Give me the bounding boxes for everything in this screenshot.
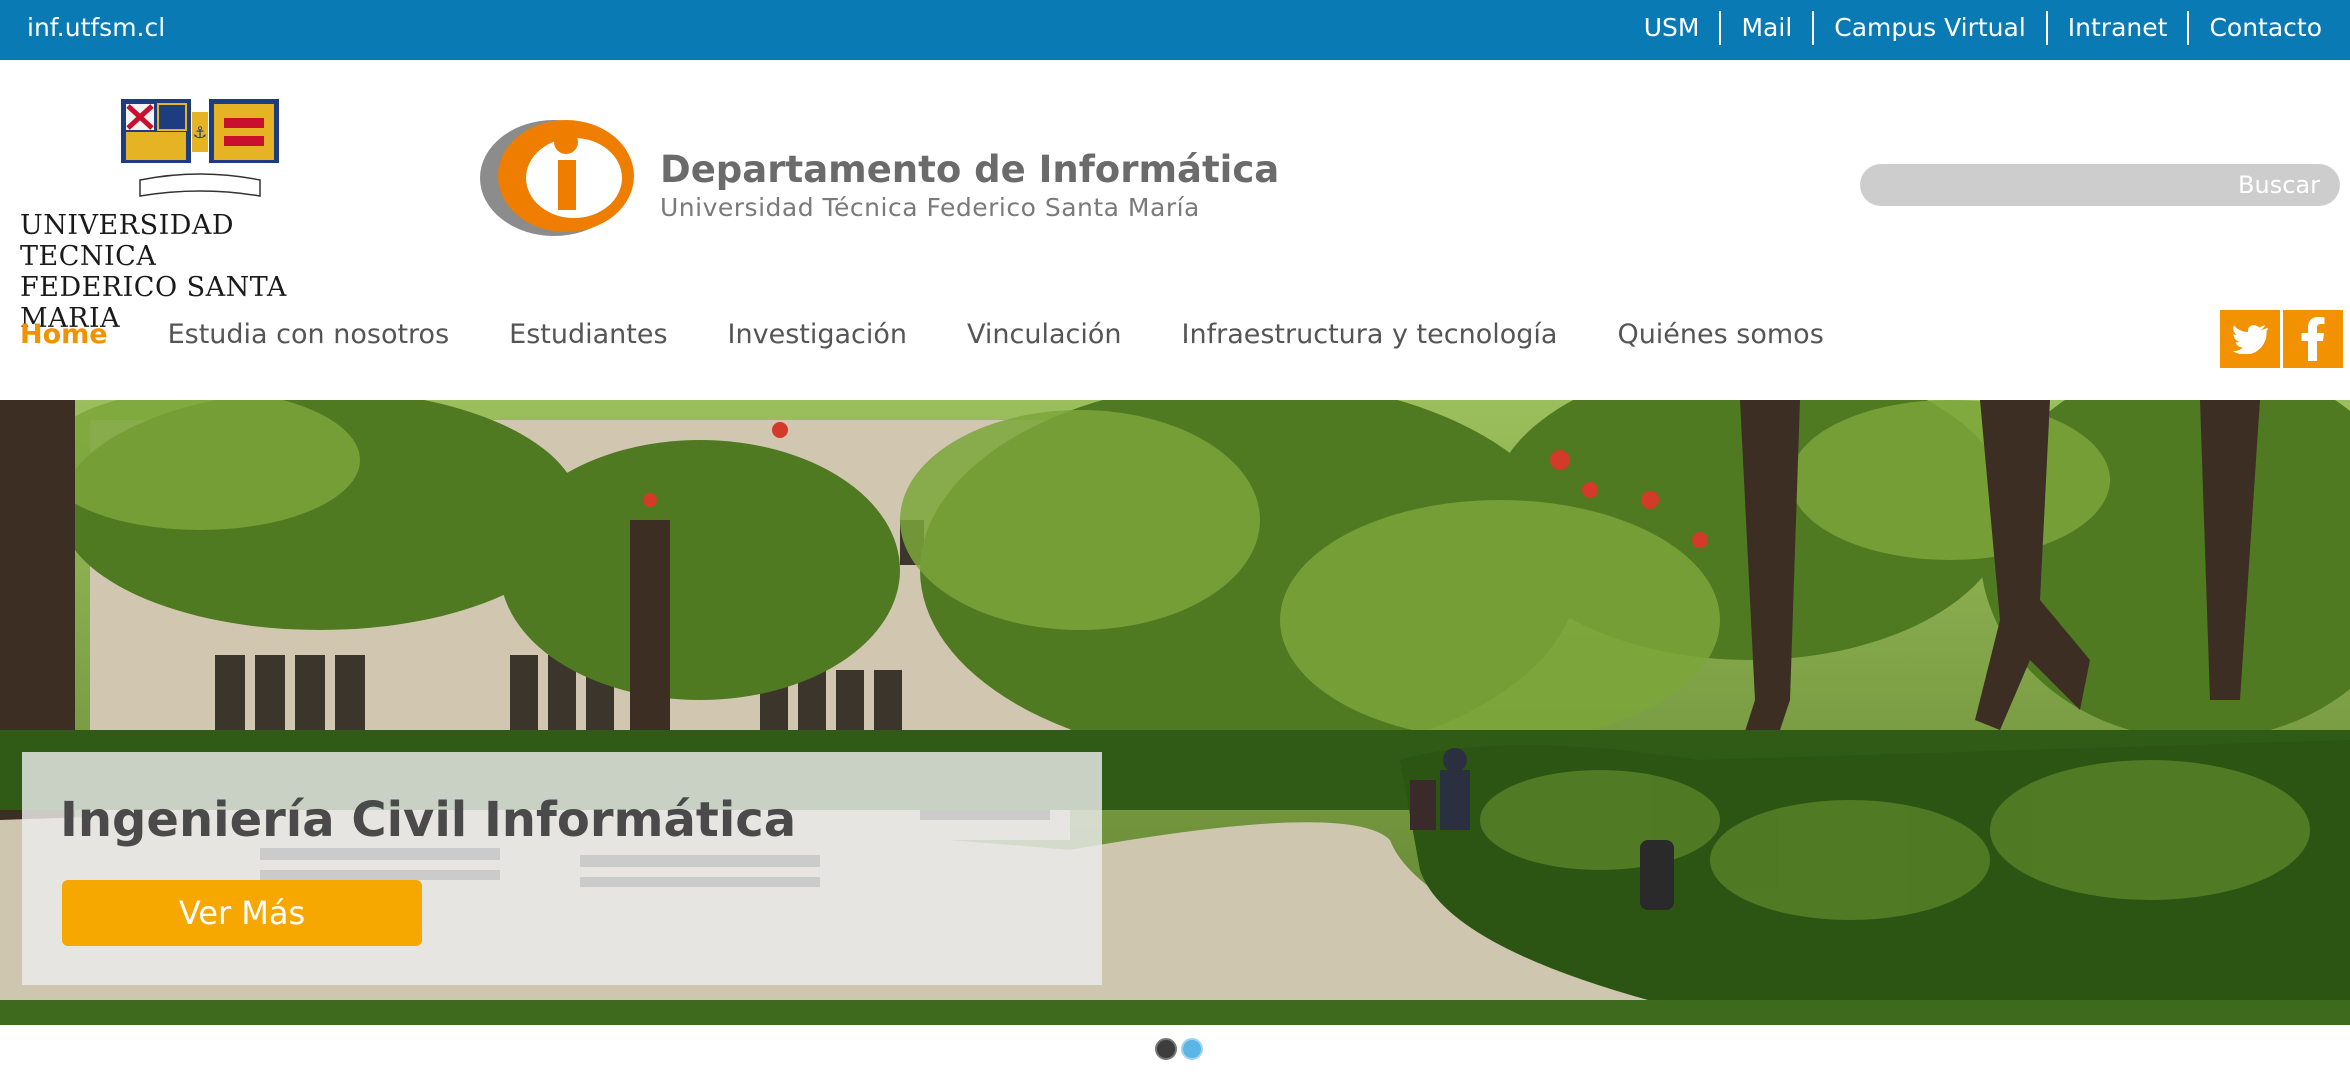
twitter-button[interactable] xyxy=(2220,310,2280,368)
twitter-icon xyxy=(2232,325,2268,354)
usm-logo[interactable]: ⚓ UNIVERSIDAD TECNICA FEDERICO SANTA MAR… xyxy=(20,98,360,334)
nav-item-vinculacion[interactable]: Vinculación xyxy=(967,319,1121,350)
top-link-intranet[interactable]: Intranet xyxy=(2045,11,2188,45)
search-input[interactable] xyxy=(1878,164,2238,206)
slider-dot-2[interactable] xyxy=(1181,1038,1203,1060)
top-links: USM Mail Campus Virtual Intranet Contact… xyxy=(1624,0,2322,56)
top-link-usm[interactable]: USM xyxy=(1624,11,1720,45)
nav-item-estudia[interactable]: Estudia con nosotros xyxy=(168,319,450,350)
search-box: Buscar xyxy=(1860,164,2340,206)
nav-item-quienes-somos[interactable]: Quiénes somos xyxy=(1617,319,1823,350)
nav-item-estudiantes[interactable]: Estudiantes xyxy=(509,319,667,350)
ver-mas-button[interactable]: Ver Más xyxy=(62,880,422,946)
top-link-mail[interactable]: Mail xyxy=(1719,11,1812,45)
svg-text:⚓: ⚓ xyxy=(193,123,207,142)
department-logo-icon xyxy=(480,120,634,236)
department-logo[interactable]: Departamento de Informática Universidad … xyxy=(478,118,1279,242)
hero-title: Ingeniería Civil Informática xyxy=(60,792,797,848)
usm-crest-icon: ⚓ xyxy=(121,99,279,197)
nav-item-infraestructura[interactable]: Infraestructura y tecnología xyxy=(1182,319,1558,350)
hero-caption: Ingeniería Civil Informática Ver Más xyxy=(22,752,1102,985)
hero-slider[interactable]: Ingeniería Civil Informática Ver Más xyxy=(0,400,2350,1025)
main-nav: Home Estudia con nosotros Estudiantes In… xyxy=(20,314,1884,354)
top-bar: inf.utfsm.cl USM Mail Campus Virtual Int… xyxy=(0,0,2350,60)
nav-item-home[interactable]: Home xyxy=(20,319,108,350)
facebook-button[interactable] xyxy=(2283,310,2343,368)
site-link[interactable]: inf.utfsm.cl xyxy=(27,0,165,56)
search-button[interactable]: Buscar xyxy=(2238,164,2320,206)
slider-dot-1[interactable] xyxy=(1155,1038,1177,1060)
facebook-icon xyxy=(2301,317,2325,361)
top-link-contacto[interactable]: Contacto xyxy=(2187,11,2322,45)
department-title: Departamento de Informática xyxy=(660,148,1280,191)
slider-dots xyxy=(1155,1038,1207,1060)
department-subtitle: Universidad Técnica Federico Santa María xyxy=(660,193,1200,222)
top-link-campus-virtual[interactable]: Campus Virtual xyxy=(1812,11,2046,45)
nav-item-investigacion[interactable]: Investigación xyxy=(728,319,907,350)
